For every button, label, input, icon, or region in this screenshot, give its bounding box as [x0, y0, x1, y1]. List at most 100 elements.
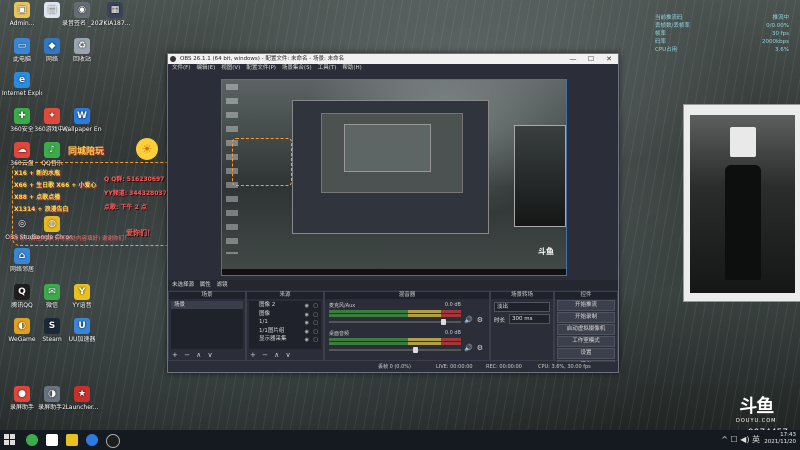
filters-tab[interactable]: 滤镜 [217, 282, 228, 288]
volume-slider[interactable] [329, 319, 461, 325]
channel-name: 麦克风/Aux [329, 303, 356, 309]
preview-photo [514, 125, 566, 227]
volume-knob[interactable] [413, 347, 418, 353]
admin-icon: ▣ [14, 2, 30, 18]
taskbar-app-icon[interactable] [86, 434, 98, 446]
desktop-icon[interactable]: ♻ 回收站 [62, 38, 102, 63]
desktop-icon[interactable]: e Internet Explorer [2, 72, 42, 97]
sun-icon: ☀ [136, 138, 158, 160]
sources-footer-buttons[interactable]: + − ∧ ∨ [250, 351, 293, 359]
desktop-icon-label: 7KIA187... [99, 20, 131, 27]
minimize-button[interactable]: — [564, 54, 582, 64]
wallpaper-icon: W [74, 108, 90, 124]
clock[interactable]: 17:43 2021/11/20 [764, 432, 796, 446]
taskbar-obs-icon[interactable] [106, 434, 120, 448]
source-item[interactable]: 图像 2 ◉ ▢ [249, 301, 321, 310]
gear-icon[interactable]: ⚙ [477, 316, 483, 324]
desktop-icon-label: Wallpaper Engine [62, 126, 102, 133]
desktop-icon[interactable]: U UU加速器 [62, 318, 102, 343]
obs-preview[interactable]: 斗鱼 [221, 79, 567, 276]
desktop-icon[interactable]: ★ Launcher... [62, 386, 102, 411]
source-item[interactable]: 显示器采集 ◉ ▢ [249, 335, 321, 344]
game-icon: ✦ [44, 108, 60, 124]
desktop-icon-label: 网络邻居 [9, 266, 34, 273]
camera-icon: ◉ [74, 2, 90, 18]
gear-icon[interactable]: ⚙ [477, 344, 483, 352]
preview-logo: 斗鱼 [538, 247, 554, 256]
windows-start-icon[interactable] [4, 434, 15, 445]
desktop-icon[interactable]: W Wallpaper Engine [62, 108, 102, 133]
wegame-icon: ◐ [14, 318, 30, 334]
promo-line: X16 + 新的水瓶 [14, 170, 61, 177]
computer-icon: ▭ [14, 38, 30, 54]
obs-window[interactable]: OBS 26.1.1 (64 bit, windows) - 配置文件: 未命名… [167, 53, 619, 373]
audio-meter [329, 314, 461, 317]
close-button[interactable]: ✕ [600, 54, 618, 64]
scene-item[interactable]: 场景 [171, 301, 243, 309]
mixer-dock: 混音器 麦克风/Aux 0.0 dB 🔊 ⚙ 桌面音频 0.0 dB 🔊 ⚙ [324, 291, 490, 361]
audio-meter [329, 310, 461, 313]
channel-db: 0.0 dB [444, 302, 461, 308]
file-icon: ▦ [107, 2, 123, 18]
menu-edit[interactable]: 编辑(E) [196, 64, 215, 73]
menu-scene-collection[interactable]: 场景集合(S) [282, 64, 312, 73]
source-item[interactable]: 1/1图片组 ◉ ▢ [249, 327, 321, 336]
no-source-label: 未选择源 [172, 282, 195, 288]
scenes-dock: 场景 场景 + − ∧ ∨ [168, 291, 246, 361]
cpu-fps: CPU: 3.6%, 30.00 fps [538, 364, 591, 370]
menu-file[interactable]: 文件(F) [172, 64, 190, 73]
duration-input[interactable]: 300 ms [509, 314, 550, 324]
promo-line: Q Q群: 516230697 [104, 176, 165, 183]
start-streaming-button[interactable]: 开始推流 [557, 300, 615, 311]
source-item[interactable]: 图像 ◉ ▢ [249, 310, 321, 319]
stat-row: 帧率 30 fps [655, 30, 795, 38]
menu-help[interactable]: 帮助(H) [342, 64, 361, 73]
virtual-camera-button[interactable]: 启动虚拟摄像机 [557, 324, 615, 335]
properties-tab[interactable]: 属性 [200, 282, 211, 288]
douyu-watermark: 斗鱼 DOUYU.COM [736, 392, 777, 424]
menu-view[interactable]: 视图(V) [221, 64, 240, 73]
studio-mode-button[interactable]: 工作室模式 [557, 336, 615, 347]
source-item[interactable]: 1/1 ◉ ▢ [249, 318, 321, 327]
stat-value: 30 fps [771, 31, 789, 37]
taskbar-app-icon[interactable] [26, 434, 38, 446]
source-label: 1/1图片组 [259, 327, 285, 334]
desktop-icon[interactable]: ▦ 7KIA187... [95, 2, 135, 27]
douyu-domain: DOUYU.COM [736, 418, 777, 424]
maximize-button[interactable]: ☐ [582, 54, 600, 64]
desktop-icon-label: UU加速器 [68, 336, 96, 343]
mixer-title: 混音器 [325, 292, 489, 299]
volume-slider[interactable] [329, 347, 461, 353]
lock-icon[interactable]: ▢ [313, 336, 318, 345]
transition-type-select[interactable]: 淡出 [494, 302, 550, 312]
promo-title: 同城陪玩 [68, 147, 105, 157]
volume-knob[interactable] [441, 319, 446, 325]
desktop-icon[interactable]: Y YY语音 [62, 284, 102, 309]
system-tray[interactable]: ^ ☐ ◀) 英 [721, 434, 760, 445]
eye-icon[interactable]: ◉ [305, 336, 309, 345]
source-label: 显示器采集 [259, 336, 287, 343]
audio-meter [329, 338, 461, 341]
promo-line: YY频道: 3443280378 [104, 190, 171, 197]
speaker-icon[interactable]: 🔊 [464, 344, 473, 352]
stat-label: 当前推流码 [655, 15, 683, 21]
speaker-icon[interactable]: 🔊 [464, 316, 473, 324]
taskbar-app-icon[interactable] [46, 434, 58, 446]
stat-row: 当前推流码 推流中 [655, 14, 795, 22]
obs-titlebar[interactable]: OBS 26.1.1 (64 bit, windows) - 配置文件: 未命名… [168, 54, 618, 64]
menu-profile[interactable]: 配置文件(P) [246, 64, 276, 73]
taskbar-folder-icon[interactable] [66, 434, 78, 446]
scenes-title: 场景 [169, 292, 245, 299]
menu-tools[interactable]: 工具(T) [318, 64, 337, 73]
scenes-footer-buttons[interactable]: + − ∧ ∨ [172, 351, 215, 359]
mixer-channel-desktop: 桌面音频 0.0 dB 🔊 ⚙ [329, 330, 485, 358]
mixer-channel-mic: 麦克风/Aux 0.0 dB 🔊 ⚙ [329, 302, 485, 330]
source-label: 图像 2 [259, 302, 276, 308]
channel-db: 0.0 dB [444, 330, 461, 336]
taskbar: ^ ☐ ◀) 英 17:43 2021/11/20 [0, 430, 800, 450]
settings-button[interactable]: 设置 [557, 348, 615, 359]
clock-date: 2021/11/20 [764, 439, 796, 445]
stat-row: 丢帧数/丢帧率 0/0.00% [655, 22, 795, 30]
start-recording-button[interactable]: 开始录制 [557, 312, 615, 323]
audio-meter [329, 342, 461, 345]
